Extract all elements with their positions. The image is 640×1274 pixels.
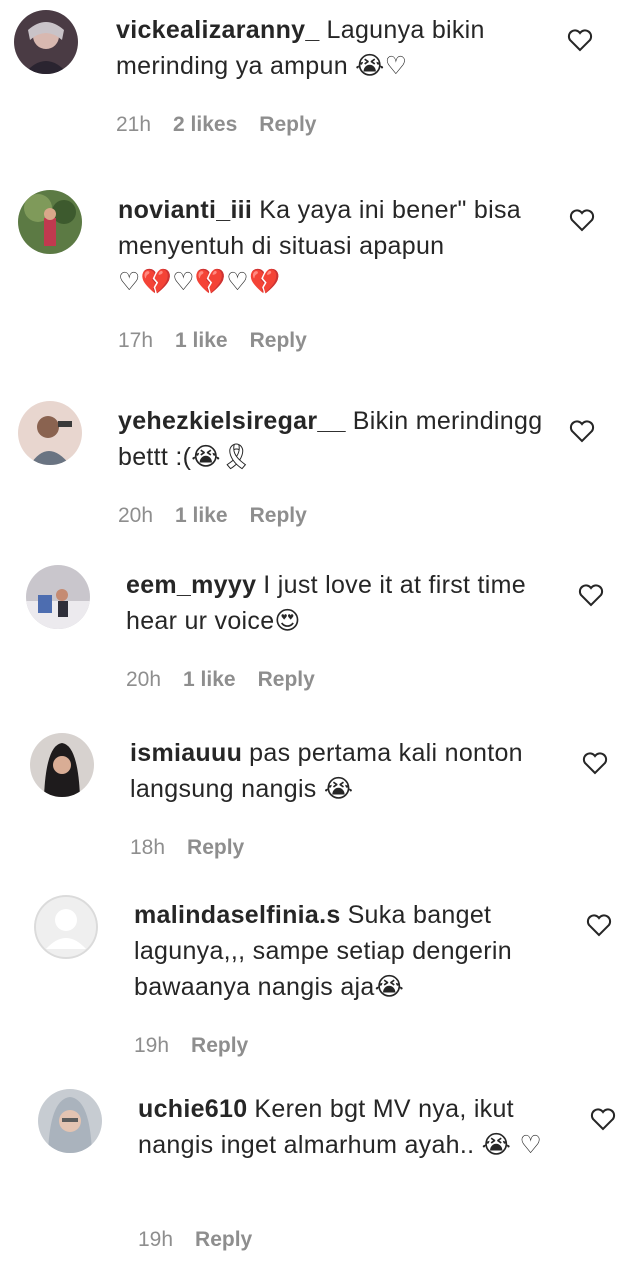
comment-text: vickealizaranny_ Lagunya bikin merinding …: [116, 12, 546, 84]
comment-meta: 20h 1 like Reply: [118, 504, 329, 528]
heart-like-icon[interactable]: [590, 1107, 616, 1131]
avatar[interactable]: [18, 401, 82, 465]
emoji: ♡💔♡💔♡💔: [118, 267, 281, 296]
heart-like-icon[interactable]: [567, 28, 593, 52]
comment-time: 21h: [116, 113, 152, 136]
heart-like-icon[interactable]: [569, 419, 595, 443]
reply-button[interactable]: Reply: [195, 1228, 252, 1251]
comment-username[interactable]: uchie610: [138, 1095, 247, 1123]
comment-text: yehezkielsiregar__ Bikin merindingg bettt…: [118, 403, 548, 475]
comment-list: vickealizaranny_ Lagunya bikin merinding …: [0, 0, 640, 1274]
heart-like-icon[interactable]: [569, 208, 595, 232]
comment-text: uchie610 Keren bgt MV nya, ikut nangis in…: [138, 1091, 568, 1163]
comment-time: 17h: [118, 329, 154, 352]
reply-button[interactable]: Reply: [250, 329, 307, 352]
emoji: 😭🎗: [191, 442, 253, 471]
emoji: 😭♡: [355, 51, 408, 80]
reply-button[interactable]: Reply: [259, 113, 316, 136]
comment-time: 20h: [126, 668, 162, 691]
comment-time: 19h: [138, 1228, 174, 1251]
reply-button[interactable]: Reply: [191, 1034, 248, 1057]
comment-time: 18h: [130, 836, 166, 859]
comment-username[interactable]: malindaselfinia.s: [134, 901, 341, 929]
comment-time: 20h: [118, 504, 154, 527]
comment-text: novianti_iii Ka yaya ini bener" bisa meny…: [118, 192, 548, 300]
avatar[interactable]: [38, 1089, 102, 1153]
comment-likes[interactable]: 2 likes: [173, 113, 237, 136]
reply-button[interactable]: Reply: [187, 836, 244, 859]
comment-meta: 17h 1 like Reply: [118, 329, 329, 353]
comment-time: 19h: [134, 1034, 170, 1057]
comment-meta: 18h Reply: [130, 836, 266, 860]
comment-likes[interactable]: 1 like: [175, 504, 228, 527]
comment-username[interactable]: eem_myyy: [126, 571, 256, 599]
avatar[interactable]: [18, 190, 82, 254]
comment-username[interactable]: yehezkielsiregar__: [118, 407, 346, 435]
comment-meta: 20h 1 like Reply: [126, 668, 337, 692]
comment-meta: 21h 2 likes Reply: [116, 113, 338, 137]
emoji: 😭: [323, 774, 354, 803]
emoji: 😍: [274, 606, 301, 635]
avatar[interactable]: [14, 10, 78, 74]
comment-likes[interactable]: 1 like: [183, 668, 236, 691]
avatar[interactable]: [34, 895, 98, 959]
comment-username[interactable]: novianti_iii: [118, 196, 252, 224]
heart-like-icon[interactable]: [578, 583, 604, 607]
comment-meta: 19h Reply: [134, 1034, 270, 1058]
avatar[interactable]: [30, 733, 94, 797]
comment-username[interactable]: ismiauuu: [130, 739, 242, 767]
comment-text: eem_myyy I just love it at first time hea…: [126, 567, 556, 639]
reply-button[interactable]: Reply: [258, 668, 315, 691]
comment-username[interactable]: vickealizaranny_: [116, 16, 320, 44]
emoji: 😭: [374, 972, 405, 1001]
reply-button[interactable]: Reply: [250, 504, 307, 527]
comment-text: ismiauuu pas pertama kali nonton langsung…: [130, 735, 560, 807]
comment-likes[interactable]: 1 like: [175, 329, 228, 352]
avatar[interactable]: [26, 565, 90, 629]
comment-meta: 19h Reply: [138, 1228, 274, 1252]
heart-like-icon[interactable]: [582, 751, 608, 775]
emoji: 😭 ♡: [481, 1130, 543, 1159]
heart-like-icon[interactable]: [586, 913, 612, 937]
comment-text: malindaselfinia.s Suka banget lagunya,,, …: [134, 897, 564, 1005]
